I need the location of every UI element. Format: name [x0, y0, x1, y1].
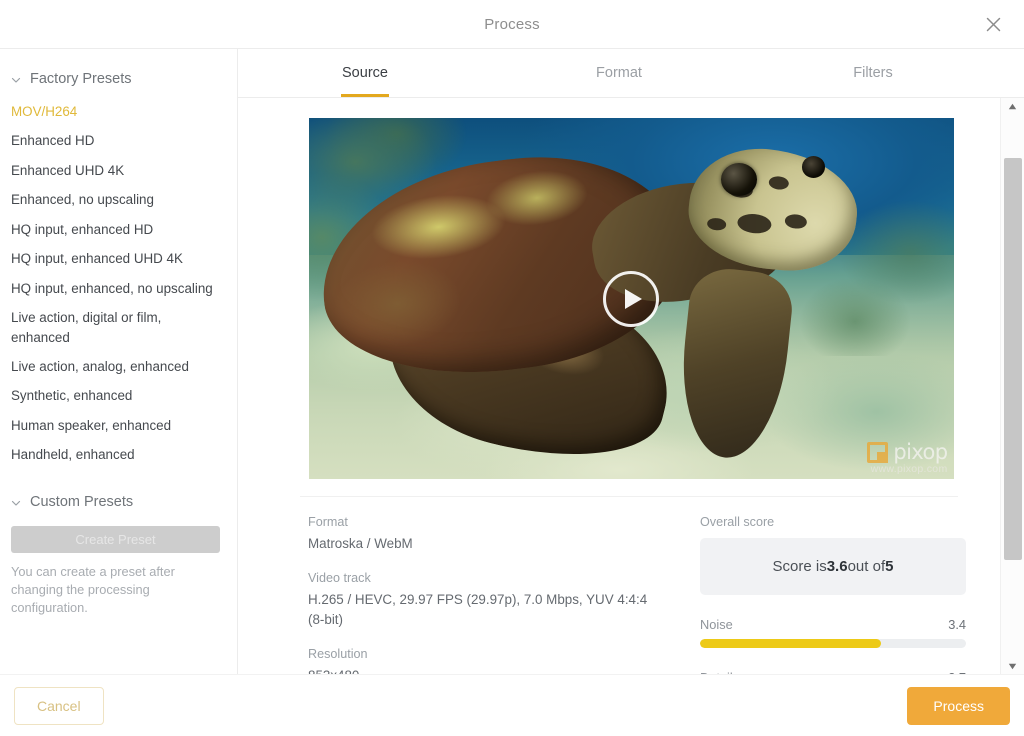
caret-up-icon[interactable] — [1008, 98, 1017, 114]
field-resolution: Resolution 853x480 — [308, 647, 648, 674]
metric-noise-value: 3.4 — [948, 617, 966, 632]
overall-score-label: Overall score — [700, 515, 966, 529]
score-value: 3.6 — [827, 558, 848, 575]
factory-presets-title: Factory Presets — [30, 71, 132, 87]
custom-presets-section: Custom Presets Create Preset You can cre… — [0, 488, 237, 617]
dialog-body: Factory Presets MOV/H264 Enhanced HD Enh… — [0, 49, 1024, 674]
preset-item-hq-enhanced-hd[interactable]: HQ input, enhanced HD — [0, 215, 237, 244]
preset-item-human-speaker-enhanced[interactable]: Human speaker, enhanced — [0, 411, 237, 440]
score-max: 5 — [885, 558, 893, 575]
score-middle: out of — [848, 558, 886, 575]
score-column: Overall score Score is 3.6 out of 5 Nois… — [700, 515, 966, 674]
preset-item-enhanced-hd[interactable]: Enhanced HD — [0, 126, 237, 155]
turtle-head-spot — [737, 212, 772, 234]
process-dialog: Process Factory Presets MOV/H264 Enhance… — [0, 0, 1024, 736]
pixop-watermark: pixop www.pixop.com — [867, 440, 947, 475]
turtle-head-spot — [707, 218, 727, 232]
create-preset-button[interactable]: Create Preset — [11, 526, 220, 553]
preset-item-mov-h264[interactable]: MOV/H264 — [0, 97, 237, 126]
metric-noise-fill — [700, 639, 881, 648]
pixop-logo-icon — [867, 442, 888, 463]
turtle-head-spot — [768, 176, 789, 191]
factory-presets-list: MOV/H264 Enhanced HD Enhanced UHD 4K Enh… — [0, 97, 237, 470]
format-label: Format — [308, 515, 648, 529]
dialog-title: Process — [484, 16, 540, 33]
metric-noise-track — [700, 639, 966, 648]
chevron-down-icon — [10, 496, 22, 508]
metric-details-label: Details — [700, 670, 739, 674]
vertical-scrollbar[interactable] — [1000, 98, 1024, 674]
turtle-head-spot — [784, 214, 807, 230]
tab-filters[interactable]: Filters — [746, 49, 1000, 97]
field-video-track: Video track H.265 / HEVC, 29.97 FPS (29.… — [308, 571, 648, 630]
preset-item-synthetic-enhanced[interactable]: Synthetic, enhanced — [0, 381, 237, 410]
resolution-label: Resolution — [308, 647, 648, 661]
chevron-down-icon — [10, 73, 22, 85]
score-prefix: Score is — [773, 558, 827, 575]
watermark-name: pixop — [893, 440, 947, 464]
scrollbar-track[interactable] — [1001, 114, 1024, 658]
caret-down-icon[interactable] — [1008, 658, 1017, 674]
metric-details: Details 3.7 — [700, 670, 966, 674]
dialog-titlebar: Process — [0, 0, 1024, 49]
custom-presets-header[interactable]: Custom Presets — [0, 488, 237, 520]
preset-item-live-action-analog[interactable]: Live action, analog, enhanced — [0, 352, 237, 381]
tab-source[interactable]: Source — [238, 49, 492, 97]
metric-noise: Noise 3.4 — [700, 617, 966, 648]
play-triangle — [625, 289, 642, 309]
scrollbar-thumb[interactable] — [1004, 158, 1022, 561]
presets-sidebar: Factory Presets MOV/H264 Enhanced HD Enh… — [0, 49, 238, 674]
metric-noise-label: Noise — [700, 617, 733, 632]
turtle-eye-right — [802, 156, 825, 178]
cancel-button[interactable]: Cancel — [14, 687, 104, 725]
source-scroll-area: pixop www.pixop.com Format Matroska / We… — [238, 98, 1024, 674]
preset-item-hq-enhanced-no-upscaling[interactable]: HQ input, enhanced, no upscaling — [0, 274, 237, 303]
source-details: Format Matroska / WebM Video track H.265… — [296, 497, 966, 674]
video-preview[interactable]: pixop www.pixop.com — [309, 118, 954, 479]
custom-presets-hint: You can create a preset after changing t… — [11, 563, 221, 617]
overall-score-box: Score is 3.6 out of 5 — [700, 538, 966, 595]
dialog-footer: Cancel Process — [0, 674, 1024, 736]
dialog-content: Source Format Filters — [238, 49, 1024, 674]
watermark-url: www.pixop.com — [867, 463, 947, 475]
preset-item-live-action-digital[interactable]: Live action, digital or film, enhanced — [0, 303, 237, 352]
play-icon[interactable] — [603, 271, 659, 327]
turtle-eye-left — [721, 163, 757, 195]
preset-item-enhanced-no-upscaling[interactable]: Enhanced, no upscaling — [0, 185, 237, 214]
factory-presets-header[interactable]: Factory Presets — [0, 65, 237, 97]
metric-details-value: 3.7 — [948, 670, 966, 674]
process-button[interactable]: Process — [907, 687, 1010, 725]
preset-item-handheld-enhanced[interactable]: Handheld, enhanced — [0, 440, 237, 469]
close-icon[interactable] — [980, 11, 1006, 37]
preset-item-enhanced-uhd-4k[interactable]: Enhanced UHD 4K — [0, 156, 237, 185]
tab-format[interactable]: Format — [492, 49, 746, 97]
format-value: Matroska / WebM — [308, 534, 648, 554]
field-format: Format Matroska / WebM — [308, 515, 648, 554]
resolution-value: 853x480 — [308, 666, 648, 674]
preset-item-hq-enhanced-uhd-4k[interactable]: HQ input, enhanced UHD 4K — [0, 244, 237, 273]
tab-bar: Source Format Filters — [238, 49, 1024, 98]
metadata-column: Format Matroska / WebM Video track H.265… — [308, 515, 648, 674]
video-track-label: Video track — [308, 571, 648, 585]
video-track-value: H.265 / HEVC, 29.97 FPS (29.97p), 7.0 Mb… — [308, 590, 648, 630]
custom-presets-title: Custom Presets — [30, 494, 133, 510]
